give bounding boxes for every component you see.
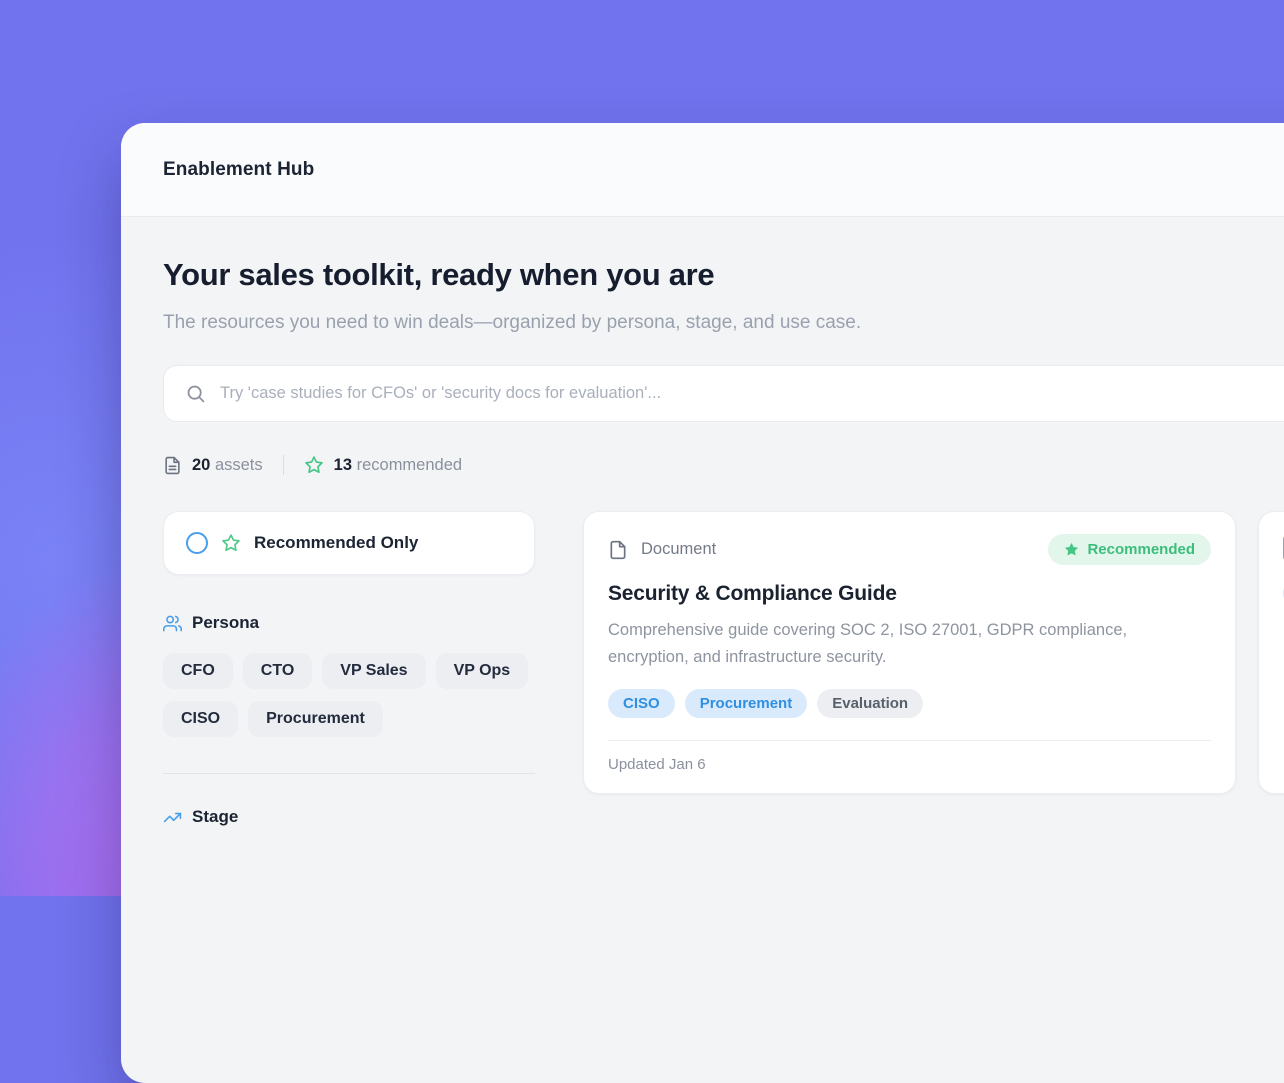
app-title: Enablement Hub (163, 159, 314, 181)
sidebar-divider (163, 773, 535, 774)
search-bar[interactable] (163, 365, 1284, 422)
assets-label: assets (215, 456, 263, 474)
asset-type: Document (608, 539, 716, 561)
users-icon (163, 614, 182, 633)
tag-ciso[interactable]: CISO (608, 689, 675, 718)
page-title: Your sales toolkit, ready when you are (163, 257, 1284, 293)
asset-description: Comprehensive guide covering SOC 2, ISO … (608, 617, 1188, 671)
stats-row: 20 assets 13 recommended (163, 455, 1284, 475)
recommended-badge-label: Recommended (1087, 541, 1195, 558)
tag-procurement[interactable]: Procurement (685, 689, 808, 718)
recommended-badge: Recommended (1048, 534, 1211, 565)
asset-tags: CISO Procurement Evaluation (608, 689, 1211, 718)
recommended-count: 13 (334, 456, 352, 474)
asset-card-partial[interactable] (1258, 511, 1284, 794)
search-icon (185, 383, 206, 404)
persona-chip-vp-sales[interactable]: VP Sales (322, 653, 425, 689)
filter-sidebar: Recommended Only Persona CFO CTO VP Sale… (163, 511, 535, 827)
persona-chip-cfo[interactable]: CFO (163, 653, 233, 689)
page-subtitle: The resources you need to win deals—orga… (163, 306, 993, 339)
persona-chips: CFO CTO VP Sales VP Ops CISO Procurement (163, 653, 535, 737)
recommended-label: recommended (357, 456, 462, 474)
persona-section-header: Persona (163, 613, 535, 633)
asset-updated-date: Updated Jan 6 (608, 741, 1211, 793)
window-header: Enablement Hub (121, 123, 1284, 217)
persona-chip-ciso[interactable]: CISO (163, 701, 238, 737)
stage-section-label: Stage (192, 807, 238, 827)
recommended-stat: 13 recommended (304, 455, 462, 475)
radio-circle-icon[interactable] (186, 532, 208, 554)
document-icon (608, 539, 628, 561)
file-text-icon (163, 456, 182, 475)
persona-chip-vp-ops[interactable]: VP Ops (436, 653, 529, 689)
window-body: Your sales toolkit, ready when you are T… (121, 217, 1284, 827)
star-filled-icon (1064, 542, 1079, 557)
stats-divider (283, 455, 284, 475)
persona-chip-cto[interactable]: CTO (243, 653, 312, 689)
trending-up-icon (163, 808, 182, 827)
asset-card-grid: Document Recommended Security & Complian… (583, 511, 1284, 794)
asset-type-label: Document (641, 540, 716, 559)
assets-count: 20 (192, 456, 210, 474)
recommended-stat-text: 13 recommended (334, 456, 462, 475)
persona-chip-procurement[interactable]: Procurement (248, 701, 383, 737)
recommended-only-toggle[interactable]: Recommended Only (163, 511, 535, 575)
persona-section-label: Persona (192, 613, 259, 633)
asset-title: Security & Compliance Guide (608, 582, 1211, 606)
star-outline-icon (304, 455, 324, 475)
enablement-hub-window: Enablement Hub Your sales toolkit, ready… (121, 123, 1284, 1083)
star-outline-icon (221, 533, 241, 553)
stage-section-header: Stage (163, 807, 535, 827)
asset-card[interactable]: Document Recommended Security & Complian… (583, 511, 1236, 794)
assets-stat-text: 20 assets (192, 456, 263, 475)
search-input[interactable] (220, 384, 1284, 403)
tag-evaluation[interactable]: Evaluation (817, 689, 923, 718)
recommended-only-label: Recommended Only (254, 533, 418, 553)
assets-stat: 20 assets (163, 456, 263, 475)
